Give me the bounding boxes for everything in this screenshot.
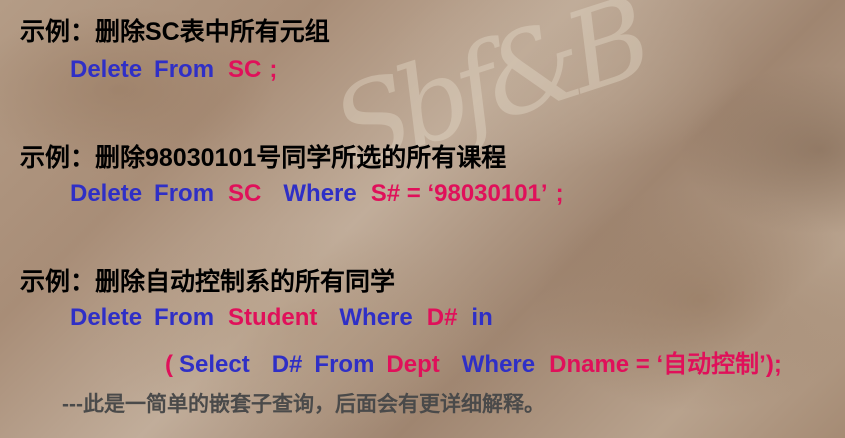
keyword-delete: Delete — [70, 56, 143, 83]
table-name: Student — [228, 304, 318, 331]
keyword-in: in — [471, 304, 493, 331]
example3-heading: 示例：删除自动控制系的所有同学 — [20, 268, 396, 296]
table-name: SC — [228, 180, 262, 207]
keyword-sub-where: Where — [461, 351, 536, 378]
keyword-where: Where — [339, 304, 413, 331]
keyword-select: Select — [179, 351, 250, 378]
statement-end: ; — [555, 180, 564, 207]
example3-sql-subquery: (Select D# From Dept Where Dname = ‘自动控制’); — [165, 344, 782, 379]
column-name: D# — [426, 304, 458, 331]
open-paren: ( — [165, 351, 173, 378]
example1-sql: Delete From SC; — [70, 56, 277, 84]
sub-table-name: Dept — [386, 351, 440, 378]
statement-end: ; — [269, 56, 278, 83]
sub-column-name: D# — [271, 351, 303, 378]
keyword-delete: Delete — [70, 304, 143, 331]
example1-heading: 示例：删除SC表中所有元组 — [20, 18, 330, 46]
where-condition: S# = ‘98030101’ — [370, 180, 548, 207]
keyword-where: Where — [283, 180, 357, 207]
explanation-note: ---此是一简单的嵌套子查询，后面会有更详细解释。 — [62, 393, 545, 416]
sub-where-condition: Dname = ‘自动控制’); — [549, 351, 782, 378]
keyword-sub-from: From — [314, 351, 375, 378]
example3-sql-line1: Delete From Student Where D# in — [70, 304, 493, 332]
keyword-from: From — [154, 304, 215, 331]
example2-heading: 示例：删除98030101号同学所选的所有课程 — [20, 144, 507, 172]
keyword-from: From — [154, 180, 215, 207]
example2-sql: Delete From SC Where S# = ‘98030101’; — [70, 180, 564, 208]
keyword-delete: Delete — [70, 180, 143, 207]
table-name: SC — [228, 56, 262, 83]
keyword-from: From — [154, 56, 215, 83]
